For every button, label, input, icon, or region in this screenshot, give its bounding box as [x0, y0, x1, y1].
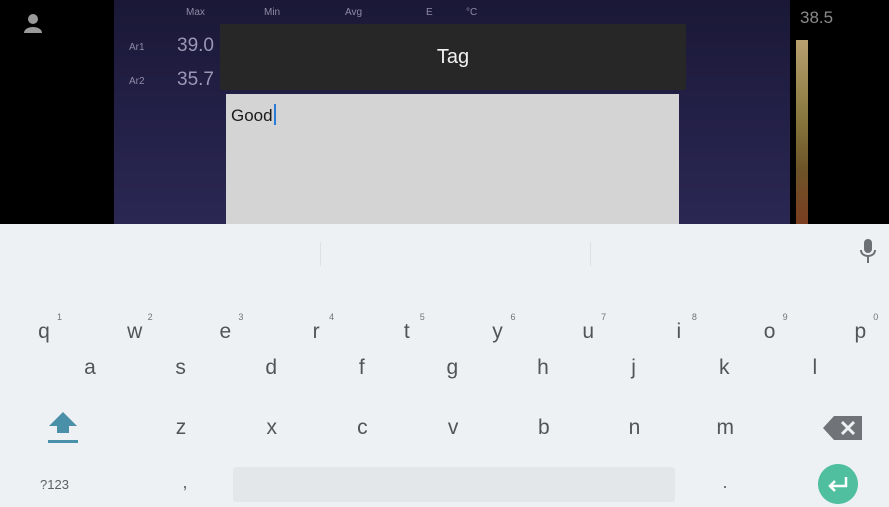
- row-label-ar1: Ar1: [129, 42, 145, 53]
- key-j[interactable]: j: [604, 346, 664, 390]
- key-label: r: [312, 320, 320, 343]
- dialog-header: Tag: [220, 24, 686, 90]
- key-hint: 2: [147, 312, 153, 322]
- column-header-unit: °C: [466, 7, 478, 18]
- key-label: j: [631, 356, 636, 379]
- row-value-ar1: 39.0: [177, 35, 214, 56]
- period-key[interactable]: .: [710, 472, 740, 502]
- key-hint: 7: [601, 312, 607, 322]
- key-hint: 5: [419, 312, 425, 322]
- key-label: o: [763, 320, 776, 343]
- column-header-e: E: [426, 7, 433, 18]
- key-label: f: [358, 356, 365, 379]
- user-icon[interactable]: [22, 12, 44, 34]
- shift-icon[interactable]: [38, 406, 88, 446]
- key-k[interactable]: k: [694, 346, 754, 390]
- row-label-ar2: Ar2: [129, 76, 145, 87]
- suggestion-bar: [0, 224, 889, 282]
- tag-input-field[interactable]: Good: [226, 94, 679, 224]
- enter-icon[interactable]: [818, 464, 858, 504]
- column-header-avg: Avg: [345, 7, 363, 18]
- key-label: c: [357, 416, 368, 439]
- key-hint: 6: [510, 312, 516, 322]
- key-c[interactable]: c: [332, 406, 392, 450]
- key-label: k: [718, 356, 730, 379]
- key-hint: 3: [238, 312, 244, 322]
- key-l[interactable]: l: [785, 346, 845, 390]
- tag-input-value: Good: [231, 106, 273, 125]
- symbols-mode-key[interactable]: ?123: [40, 477, 100, 499]
- key-m[interactable]: m: [695, 406, 755, 450]
- key-f[interactable]: f: [332, 346, 392, 390]
- tag-input-text[interactable]: Good: [231, 104, 276, 126]
- key-label: w: [127, 320, 143, 343]
- row-value-ar2: 35.7: [177, 69, 214, 90]
- column-header-min: Min: [264, 7, 281, 18]
- backspace-icon[interactable]: [820, 412, 866, 444]
- space-bar[interactable]: [233, 467, 675, 502]
- key-label: p: [854, 320, 867, 343]
- key-g[interactable]: g: [422, 346, 482, 390]
- key-label: m: [716, 416, 734, 439]
- text-caret: [273, 104, 276, 125]
- key-hint: 0: [873, 312, 879, 322]
- key-hint: 4: [329, 312, 335, 322]
- key-label: h: [537, 356, 549, 379]
- key-x[interactable]: x: [242, 406, 302, 450]
- key-hint: 8: [691, 312, 697, 322]
- key-label: y: [492, 320, 503, 343]
- key-hint: 9: [782, 312, 788, 322]
- key-label: s: [175, 356, 186, 379]
- key-label: l: [812, 356, 818, 379]
- column-header-max: Max: [186, 7, 205, 18]
- key-label: b: [537, 416, 550, 439]
- left-toolbar: [0, 0, 114, 224]
- camera-app-view: Max Min Avg E °C Ar1 39.0 Ar2 35.7 38.5 …: [0, 0, 889, 224]
- suggestion-divider: [320, 242, 321, 266]
- key-hint: 1: [56, 312, 62, 322]
- key-label: q: [38, 320, 50, 343]
- key-label: g: [446, 356, 459, 379]
- key-n[interactable]: n: [605, 406, 665, 450]
- comma-key[interactable]: ,: [170, 472, 200, 502]
- key-label: e: [219, 320, 232, 343]
- key-label: n: [628, 416, 641, 439]
- key-a[interactable]: a: [60, 346, 120, 390]
- dialog-title: Tag: [436, 46, 470, 68]
- key-label: d: [265, 356, 278, 379]
- key-b[interactable]: b: [514, 406, 574, 450]
- key-h[interactable]: h: [513, 346, 573, 390]
- key-s[interactable]: s: [151, 346, 211, 390]
- key-label: t: [403, 320, 410, 343]
- suggestion-divider: [590, 242, 591, 266]
- key-v[interactable]: v: [423, 406, 483, 450]
- key-z[interactable]: z: [151, 406, 211, 450]
- key-label: u: [582, 320, 595, 343]
- soft-keyboard: q1 w2 e3 r4 t5 y6 u7 i8 o9 p0 a s d f g h j k l z x c v b n m ?…: [0, 224, 889, 507]
- temperature-readout: 38.5: [800, 8, 834, 27]
- key-label: z: [175, 416, 187, 439]
- microphone-icon[interactable]: [859, 238, 877, 264]
- key-label: v: [447, 416, 459, 439]
- key-d[interactable]: d: [241, 346, 301, 390]
- key-label: a: [84, 356, 96, 379]
- temperature-scale-bar: [796, 40, 808, 224]
- key-label: i: [676, 320, 682, 343]
- key-label: x: [266, 416, 277, 439]
